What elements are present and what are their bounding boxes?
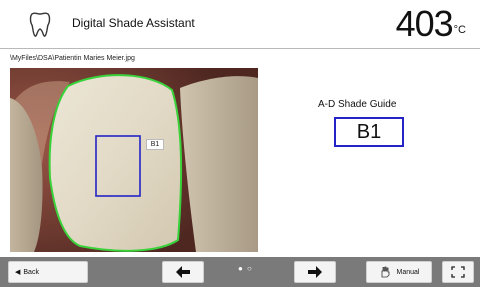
previous-button[interactable] xyxy=(162,261,204,283)
next-button[interactable] xyxy=(294,261,336,283)
page-indicator: ● ○ xyxy=(238,264,253,273)
selection-label: B1 xyxy=(146,139,164,150)
manual-label: Manual xyxy=(396,268,420,276)
tooth-photo-image xyxy=(10,68,258,252)
temperature-value: 403 xyxy=(395,3,454,44)
manual-button[interactable]: Manual xyxy=(366,261,432,283)
fullscreen-icon xyxy=(451,266,465,278)
shade-guide-label: A-D Shade Guide xyxy=(318,99,397,110)
tooth-icon xyxy=(29,12,51,37)
shade-result: B1 xyxy=(334,117,404,147)
back-label: Back xyxy=(23,268,39,276)
arrow-right-icon xyxy=(308,266,322,278)
app-title: Digital Shade Assistant xyxy=(72,16,195,30)
back-button[interactable]: ◀ Back xyxy=(8,261,88,283)
fullscreen-button[interactable] xyxy=(442,261,474,283)
back-triangle-icon: ◀ xyxy=(15,269,21,276)
temperature-unit: °C xyxy=(453,24,466,36)
hand-icon xyxy=(381,266,389,278)
header-divider xyxy=(0,48,480,49)
tooth-photo[interactable] xyxy=(10,68,258,252)
file-path: \MyFiles\DSA\Patientin Maries Meier.jpg xyxy=(10,55,135,62)
arrow-left-icon xyxy=(176,266,190,278)
header-bar: Digital Shade Assistant 403°C xyxy=(0,0,480,48)
temperature-readout: 403°C xyxy=(396,4,466,44)
screen: Digital Shade Assistant 403°C \MyFiles\D… xyxy=(0,0,480,287)
